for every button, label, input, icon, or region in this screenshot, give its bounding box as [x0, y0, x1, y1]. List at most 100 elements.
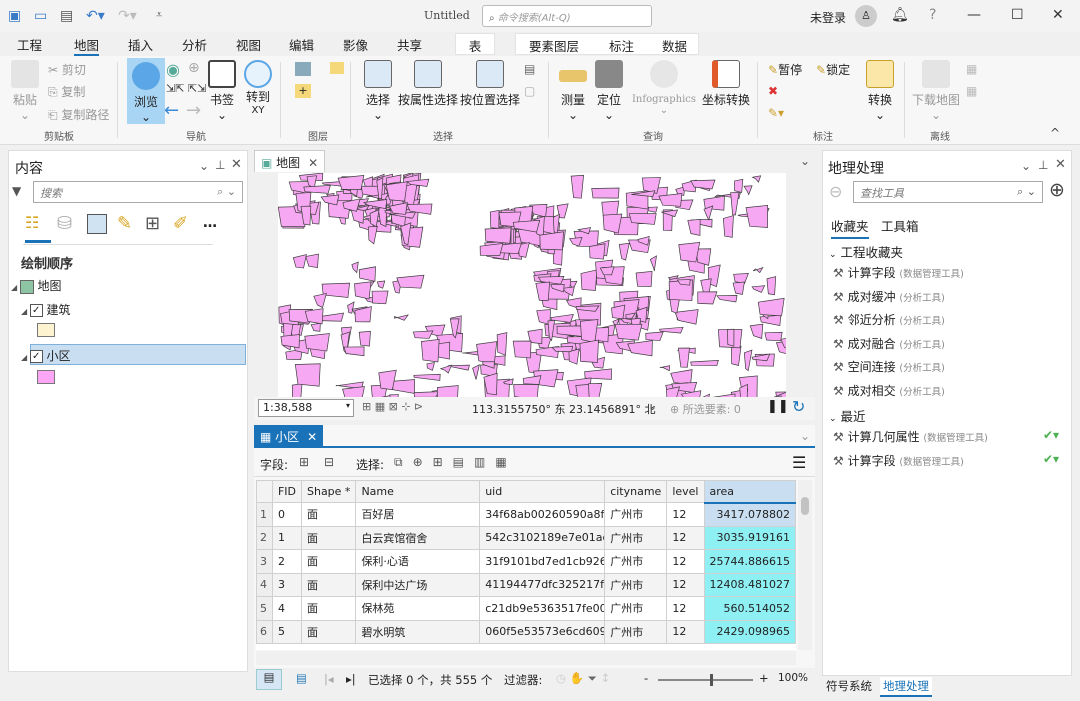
- tab-feature-layer[interactable]: 要素图层: [529, 36, 579, 55]
- table-cell[interactable]: 3: [271, 572, 302, 597]
- locate-button[interactable]: 定位 ⌄: [594, 60, 624, 122]
- community-polygon[interactable]: [677, 347, 690, 368]
- community-polygon[interactable]: [674, 309, 699, 325]
- community-polygon[interactable]: [304, 308, 324, 325]
- collapse-ribbon-icon[interactable]: ^: [1050, 126, 1060, 140]
- convert-coordinates-button[interactable]: 坐标转换: [702, 60, 750, 108]
- community-polygon[interactable]: [687, 218, 701, 236]
- table-cell[interactable]: 面: [300, 525, 357, 550]
- table-cell[interactable]: 碧水明筑: [355, 619, 481, 644]
- column-header-shape[interactable]: Shape *: [300, 480, 357, 503]
- community-polygon[interactable]: [570, 174, 584, 199]
- column-header-area[interactable]: area: [703, 480, 796, 504]
- sync-icon[interactable]: ▦: [966, 62, 977, 76]
- community-polygon[interactable]: [745, 204, 768, 228]
- table-cell[interactable]: 广州市: [604, 572, 668, 597]
- community-polygon[interactable]: [342, 386, 365, 397]
- community-polygon[interactable]: [743, 349, 753, 372]
- table-cell[interactable]: 广州市: [604, 619, 668, 644]
- row-number[interactable]: 4: [256, 572, 273, 597]
- community-polygon[interactable]: [614, 323, 643, 341]
- pause-labeling-button[interactable]: ✎暂停: [768, 61, 802, 78]
- table-cell[interactable]: 面: [300, 619, 357, 644]
- layer-visibility-checkbox[interactable]: ✓: [29, 350, 43, 363]
- table-cell[interactable]: 面: [300, 502, 357, 527]
- table-cell[interactable]: 41194477dfc325217f29...: [479, 572, 606, 597]
- zoom-selected-icon[interactable]: ⊕: [188, 60, 200, 76]
- vertical-scrollbar[interactable]: [798, 480, 812, 650]
- community-polygon[interactable]: [751, 175, 762, 183]
- table-cell[interactable]: 25744.886615: [703, 549, 796, 574]
- community-polygon[interactable]: [351, 261, 359, 274]
- column-header-name[interactable]: Name: [355, 480, 481, 503]
- command-search-input[interactable]: ⌕ 命令搜索(Alt-Q): [482, 5, 652, 27]
- tool-item[interactable]: ⚒ 空间连接 (分析工具): [833, 358, 945, 375]
- scrollbar-thumb[interactable]: [801, 497, 809, 515]
- customize-toolbar-icon[interactable]: ⩡: [156, 8, 162, 22]
- table-row[interactable]: 54面保林苑c21db9e5363517fe00ff...广州市12560.51…: [256, 596, 796, 621]
- community-polygon[interactable]: [743, 185, 753, 196]
- tab-edit[interactable]: 编辑: [289, 35, 314, 54]
- table-cell[interactable]: 广州市: [604, 549, 668, 574]
- tab-attribute-table[interactable]: ▦ 小区 ✕: [254, 425, 324, 447]
- community-polygon[interactable]: [513, 384, 539, 397]
- clear-selection-icon[interactable]: ▢: [524, 84, 535, 98]
- community-polygon[interactable]: [396, 274, 425, 289]
- row-number[interactable]: 1: [256, 502, 273, 527]
- community-polygon[interactable]: [730, 192, 740, 216]
- table-cell[interactable]: 面: [300, 596, 357, 621]
- avatar[interactable]: ♙: [855, 5, 877, 27]
- community-polygon[interactable]: [294, 363, 321, 387]
- cut-button[interactable]: ✂ 剪切: [48, 61, 86, 78]
- community-polygon[interactable]: [392, 379, 416, 394]
- undo-icon[interactable]: ↶▾: [86, 8, 105, 24]
- remove-offline-icon[interactable]: ▦: [966, 84, 977, 98]
- community-polygon[interactable]: [439, 364, 453, 374]
- pin-icon[interactable]: ⊥: [1038, 158, 1048, 172]
- table-cell[interactable]: 12: [666, 619, 705, 644]
- scale-selector[interactable]: 1:38,588 ▾: [258, 399, 354, 417]
- community-polygon[interactable]: [539, 231, 564, 251]
- table-cell[interactable]: 百好居: [355, 502, 481, 527]
- zoom-out-button[interactable]: -: [644, 671, 648, 685]
- zoom-in-button[interactable]: +: [759, 671, 769, 685]
- row-number[interactable]: 3: [256, 549, 273, 574]
- community-polygon[interactable]: [766, 276, 777, 296]
- community-polygon[interactable]: [376, 280, 386, 289]
- community-polygon[interactable]: [320, 194, 340, 206]
- table-row[interactable]: 32面保利·心语31f9101bd7ed1cb926e...广州市1225744…: [256, 549, 796, 574]
- community-polygon[interactable]: [476, 341, 498, 365]
- next-extent-icon[interactable]: →: [186, 100, 201, 121]
- tab-labeling[interactable]: 标注: [609, 36, 634, 55]
- table-row[interactable]: 43面保利中达广场41194477dfc325217f29...广州市12124…: [256, 572, 796, 597]
- remove-label-icon[interactable]: ✖: [768, 84, 778, 98]
- table-cell[interactable]: 060f5e53573e6cd6091...: [479, 619, 606, 644]
- community-polygon[interactable]: [584, 368, 612, 380]
- community-polygon[interactable]: [358, 330, 371, 347]
- label-options-icon[interactable]: ✎▾: [768, 106, 784, 120]
- table-cell[interactable]: 12: [666, 549, 705, 574]
- snapping-view-icon[interactable]: ⊞: [145, 213, 160, 234]
- filter-icon[interactable]: ▼: [12, 184, 21, 198]
- table-cell[interactable]: 560.514052: [703, 596, 796, 621]
- table-cell[interactable]: 4: [271, 596, 302, 621]
- table-menu-icon[interactable]: ☰: [792, 453, 806, 472]
- table-cell[interactable]: 保利·心语: [355, 549, 481, 574]
- column-header-uid[interactable]: uid: [479, 480, 606, 503]
- close-tab-icon[interactable]: ✕: [308, 156, 318, 170]
- explore-button[interactable]: 浏览 ⌄: [127, 58, 165, 124]
- close-pane-icon[interactable]: ✕: [1055, 157, 1066, 172]
- add-data-icon[interactable]: [330, 62, 344, 74]
- close-pane-icon[interactable]: ✕: [231, 157, 242, 172]
- community-polygon[interactable]: [670, 369, 693, 385]
- drawing-order-icon[interactable]: ☷: [25, 213, 51, 243]
- table-cell[interactable]: 3035.919161: [703, 525, 796, 550]
- pane-options-icon[interactable]: ⌄: [1021, 159, 1031, 173]
- tab-share[interactable]: 共享: [397, 35, 422, 54]
- show-all-records-button[interactable]: ▤: [256, 669, 282, 690]
- table-cell[interactable]: 保林苑: [355, 596, 481, 621]
- table-cell[interactable]: 广州市: [604, 525, 668, 550]
- show-selected-records-button[interactable]: ▤: [296, 671, 307, 685]
- column-header-cityname[interactable]: cityname: [604, 480, 668, 503]
- editing-view-icon[interactable]: ✎: [117, 213, 132, 234]
